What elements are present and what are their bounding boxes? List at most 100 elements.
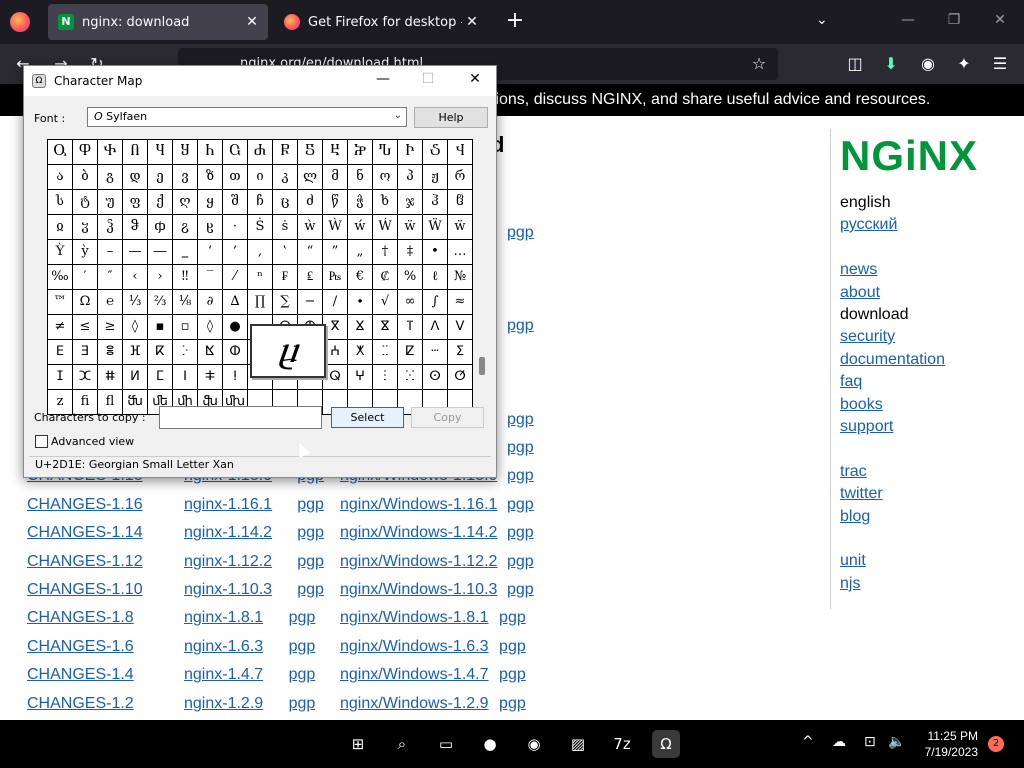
extensions-icon[interactable]: ✦ [953, 54, 975, 73]
char-cell[interactable]: ხ [373, 190, 398, 215]
sidebar-item-9[interactable]: support [840, 418, 893, 436]
char-cell[interactable]: ე [148, 165, 173, 190]
char-cell[interactable]: Ⴚ [223, 140, 248, 165]
windows-pgp-link[interactable]: pgp [507, 317, 534, 335]
pgp-link[interactable]: pgp [289, 609, 316, 627]
help-button[interactable]: Help [414, 107, 488, 128]
char-cell[interactable]: ძ [298, 190, 323, 215]
char-cell[interactable]: † [373, 240, 398, 265]
pocket-icon[interactable]: ◫ [844, 54, 866, 73]
sidebar-item-8[interactable]: books [840, 396, 883, 414]
char-cell[interactable]: ≤ [73, 315, 98, 340]
char-cell[interactable]: ⴶ [398, 315, 423, 340]
char-cell[interactable]: › [148, 265, 173, 290]
char-cell[interactable]: ⴻ [98, 340, 123, 365]
char-cell[interactable]: ჳ [73, 215, 98, 240]
windows-pgp-link[interactable]: pgp [507, 581, 534, 599]
sidebar-item-14[interactable]: njs [840, 575, 860, 593]
char-cell[interactable]: ჰ [423, 190, 448, 215]
char-cell[interactable]: ბ [73, 165, 98, 190]
nginx-windows-link[interactable]: nginx/Windows-1.10.3 [340, 581, 497, 599]
char-cell[interactable]: ₣ [273, 265, 298, 290]
char-cell[interactable]: რ [448, 165, 473, 190]
char-cell[interactable]: ‛ [273, 240, 298, 265]
char-cell[interactable]: ⵆ [373, 340, 398, 365]
char-cell[interactable]: – [98, 240, 123, 265]
char-cell[interactable]: ‾ [198, 265, 223, 290]
nginx-source-link[interactable]: nginx-1.14.2 [184, 524, 272, 542]
char-cell[interactable]: ზ [198, 165, 223, 190]
char-cell[interactable]: ⵀ [223, 340, 248, 365]
char-cell[interactable]: ჟ [423, 165, 448, 190]
minimize-icon[interactable]: — [898, 12, 918, 28]
changes-link[interactable]: CHANGES-1.2 [27, 695, 134, 713]
char-cell[interactable]: ∑ [273, 290, 298, 315]
char-cell[interactable]: ṡ [273, 215, 298, 240]
char-cell[interactable]: ẁ [298, 215, 323, 240]
search-icon[interactable]: ⌕ [388, 730, 416, 758]
pgp-link[interactable]: pgp [297, 496, 324, 514]
firefox-icon[interactable]: ● [476, 730, 504, 758]
char-cell[interactable]: პ [398, 165, 423, 190]
char-cell[interactable]: ” [323, 240, 348, 265]
tab-get-firefox[interactable]: Get Firefox for desktop — Mozi ✕ [274, 4, 488, 40]
char-cell[interactable]: “ [298, 240, 323, 265]
char-cell[interactable]: ‗ [173, 240, 198, 265]
nginx-windows-link[interactable]: nginx/Windows-1.2.9 [340, 695, 489, 713]
windows-pgp-link[interactable]: pgp [507, 553, 534, 571]
char-cell[interactable]: ∫ [423, 290, 448, 315]
char-cell[interactable]: ⵘ [398, 365, 423, 390]
char-cell[interactable]: ჵ [123, 215, 148, 240]
char-cell[interactable]: ⅓ [123, 290, 148, 315]
restore-icon[interactable]: ❐ [944, 12, 964, 28]
char-cell[interactable]: მ [323, 165, 348, 190]
char-cell[interactable]: ™ [48, 290, 73, 315]
char-cell[interactable]: ẅ [448, 215, 473, 240]
char-cell[interactable]: ≠ [48, 315, 73, 340]
char-cell[interactable]: √ [373, 290, 398, 315]
clock[interactable]: 11:25 PM 7/19/2023 [918, 728, 978, 760]
char-cell[interactable]: ა [48, 165, 73, 190]
char-cell[interactable]: ⵇ [398, 340, 423, 365]
char-cell[interactable]: ₧ [323, 265, 348, 290]
char-cell[interactable]: ⵖ [348, 365, 373, 390]
char-cell[interactable]: ⴼ [123, 340, 148, 365]
nginx-source-link[interactable]: nginx-1.4.7 [184, 666, 263, 684]
char-cell[interactable]: ‘ [198, 240, 223, 265]
char-cell[interactable]: ⵄ [323, 340, 348, 365]
nginx-source-link[interactable]: nginx-1.6.3 [184, 638, 263, 656]
char-cell[interactable]: ⴿ [198, 340, 223, 365]
nginx-source-link[interactable]: nginx-1.16.1 [184, 496, 272, 514]
pgp-link[interactable]: pgp [297, 581, 324, 599]
sidebar-item-7[interactable]: faq [840, 373, 862, 391]
sidebar-item-10[interactable]: trac [840, 463, 867, 481]
char-cell[interactable]: Ẅ [423, 215, 448, 240]
char-cell[interactable]: Ẁ [323, 215, 348, 240]
char-cell[interactable]: ― [148, 240, 173, 265]
char-cell[interactable]: შ [223, 190, 248, 215]
char-cell[interactable]: ჲ [48, 215, 73, 240]
char-cell[interactable]: Ⴞ [323, 140, 348, 165]
char-cell[interactable]: Ⴕ [98, 140, 123, 165]
char-cell[interactable]: ლ [298, 165, 323, 190]
changes-link[interactable]: CHANGES-1.16 [27, 496, 143, 514]
char-cell[interactable]: „ [348, 240, 373, 265]
char-cell[interactable]: Ω [73, 290, 98, 315]
char-cell[interactable]: ღ [173, 190, 198, 215]
char-cell[interactable]: ჩ [248, 190, 273, 215]
char-cell[interactable]: № [448, 265, 473, 290]
pgp-link[interactable]: pgp [289, 695, 316, 713]
file-explorer-icon[interactable]: ▭ [432, 730, 460, 758]
char-cell[interactable]: წ [323, 190, 348, 215]
char-cell[interactable]: ქ [148, 190, 173, 215]
char-cell[interactable]: თ [223, 165, 248, 190]
char-cell[interactable]: • [423, 240, 448, 265]
char-cell[interactable]: ⵎ [148, 365, 173, 390]
changes-link[interactable]: CHANGES-1.6 [27, 638, 134, 656]
changes-link[interactable]: CHANGES-1.14 [27, 524, 143, 542]
char-cell[interactable]: Ⴣ [448, 140, 473, 165]
new-tab-icon[interactable]: + [504, 10, 526, 32]
char-cell[interactable]: Ⴢ [423, 140, 448, 165]
char-cell[interactable]: ⵗ [373, 365, 398, 390]
bookmark-star-icon[interactable]: ☆ [748, 54, 770, 73]
